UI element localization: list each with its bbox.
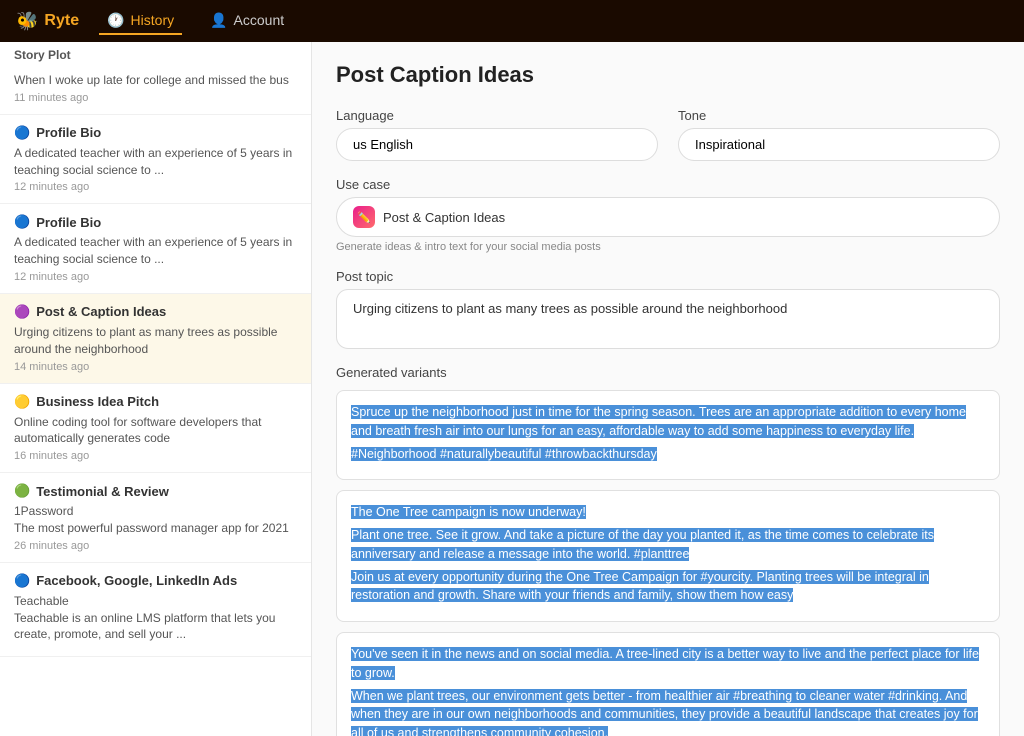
tab-history[interactable]: 🕐 History bbox=[99, 8, 182, 35]
testimonial-type: Testimonial & Review bbox=[36, 484, 169, 499]
sidebar: Story Plot When I woke up late for colle… bbox=[0, 42, 312, 736]
logo-icon: 🐝 bbox=[16, 11, 38, 32]
profile-bio-2-type: Profile Bio bbox=[36, 215, 101, 230]
use-case-value: Post & Caption Ideas bbox=[383, 210, 505, 225]
use-case-pill[interactable]: ✏️ Post & Caption Ideas bbox=[336, 197, 1000, 237]
variants-label: Generated variants bbox=[336, 365, 1000, 380]
logo-text: Ryte bbox=[44, 12, 79, 30]
sidebar-item-fb-ads[interactable]: 🔵 Facebook, Google, LinkedIn Ads Teachab… bbox=[0, 563, 311, 657]
sidebar-item-testimonial-time: 26 minutes ago bbox=[14, 540, 297, 552]
sidebar-item-fb-ads-header: 🔵 Facebook, Google, LinkedIn Ads bbox=[14, 573, 297, 589]
variant-1-p2: #Neighborhood #naturallybeautiful #throw… bbox=[351, 445, 985, 464]
sidebar-item-business-pitch-time: 16 minutes ago bbox=[14, 450, 297, 462]
language-label: Language bbox=[336, 108, 658, 123]
fb-ads-type: Facebook, Google, LinkedIn Ads bbox=[36, 573, 237, 588]
post-caption-icon: 🟣 bbox=[14, 304, 30, 320]
use-case-pill-icon: ✏️ bbox=[353, 206, 375, 228]
variant-card-1[interactable]: Spruce up the neighborhood just in time … bbox=[336, 390, 1000, 480]
sidebar-item-profile-bio-1-header: 🔵 Profile Bio bbox=[14, 125, 297, 141]
sidebar-item-story-plot-text: When I woke up late for college and miss… bbox=[14, 72, 297, 89]
sidebar-item-post-caption-time: 14 minutes ago bbox=[14, 361, 297, 373]
business-pitch-icon: 🟡 bbox=[14, 394, 30, 410]
main-layout: Story Plot When I woke up late for colle… bbox=[0, 42, 1024, 736]
business-pitch-type: Business Idea Pitch bbox=[36, 394, 159, 409]
tab-account-label: Account bbox=[234, 12, 285, 28]
post-caption-type: Post & Caption Ideas bbox=[36, 304, 166, 319]
variant-2-p2: Plant one tree. See it grow. And take a … bbox=[351, 526, 985, 564]
page-title: Post Caption Ideas bbox=[336, 62, 1000, 88]
sidebar-item-profile-bio-1[interactable]: 🔵 Profile Bio A dedicated teacher with a… bbox=[0, 115, 311, 205]
variants-section: Generated variants Spruce up the neighbo… bbox=[336, 365, 1000, 736]
tone-label: Tone bbox=[678, 108, 1000, 123]
sidebar-item-profile-bio-2-header: 🔵 Profile Bio bbox=[14, 214, 297, 230]
sidebar-item-profile-bio-2-text: A dedicated teacher with an experience o… bbox=[14, 234, 297, 268]
tone-group: Tone bbox=[678, 108, 1000, 161]
sidebar-item-testimonial-text: 1PasswordThe most powerful password mana… bbox=[14, 503, 297, 537]
language-input[interactable] bbox=[336, 128, 658, 161]
sidebar-item-story-plot[interactable]: When I woke up late for college and miss… bbox=[0, 62, 311, 115]
use-case-section: Use case ✏️ Post & Caption Ideas Generat… bbox=[336, 177, 1000, 253]
sidebar-item-post-caption-header: 🟣 Post & Caption Ideas bbox=[14, 304, 297, 320]
profile-bio-1-type: Profile Bio bbox=[36, 125, 101, 140]
sidebar-item-post-caption-text: Urging citizens to plant as many trees a… bbox=[14, 324, 297, 358]
account-icon: 👤 bbox=[210, 12, 227, 29]
sidebar-item-profile-bio-2-time: 12 minutes ago bbox=[14, 271, 297, 283]
tab-account[interactable]: 👤 Account bbox=[202, 8, 292, 35]
sidebar-item-testimonial[interactable]: 🟢 Testimonial & Review 1PasswordThe most… bbox=[0, 473, 311, 563]
variant-3-p2: When we plant trees, our environment get… bbox=[351, 687, 985, 736]
sidebar-item-business-pitch-text: Online coding tool for software develope… bbox=[14, 414, 297, 448]
story-plot-section-header: Story Plot bbox=[0, 42, 311, 62]
sidebar-item-post-caption[interactable]: 🟣 Post & Caption Ideas Urging citizens t… bbox=[0, 294, 311, 384]
tab-history-label: History bbox=[131, 12, 175, 28]
testimonial-icon: 🟢 bbox=[14, 483, 30, 499]
story-plot-label: Story Plot bbox=[14, 48, 71, 62]
variant-card-3[interactable]: You've seen it in the news and on social… bbox=[336, 632, 1000, 736]
top-navigation: 🐝 Ryte 🕐 History 👤 Account bbox=[0, 0, 1024, 42]
post-topic-input[interactable]: Urging citizens to plant as many trees a… bbox=[336, 289, 1000, 349]
variant-card-2[interactable]: The One Tree campaign is now underway! P… bbox=[336, 490, 1000, 622]
post-topic-section: Post topic Urging citizens to plant as m… bbox=[336, 269, 1000, 349]
main-content: Post Caption Ideas Language Tone Use cas… bbox=[312, 42, 1024, 736]
sidebar-item-profile-bio-2[interactable]: 🔵 Profile Bio A dedicated teacher with a… bbox=[0, 204, 311, 294]
tone-input[interactable] bbox=[678, 128, 1000, 161]
variant-1-p1: Spruce up the neighborhood just in time … bbox=[351, 403, 985, 441]
variant-2-p1: The One Tree campaign is now underway! bbox=[351, 503, 985, 522]
sidebar-item-business-header: 🟡 Business Idea Pitch bbox=[14, 394, 297, 410]
variant-2-p3: Join us at every opportunity during the … bbox=[351, 568, 985, 606]
sidebar-item-fb-ads-text: TeachableTeachable is an online LMS plat… bbox=[14, 593, 297, 643]
sidebar-item-profile-bio-1-text: A dedicated teacher with an experience o… bbox=[14, 145, 297, 179]
sidebar-item-profile-bio-1-time: 12 minutes ago bbox=[14, 181, 297, 193]
use-case-hint: Generate ideas & intro text for your soc… bbox=[336, 241, 1000, 253]
use-case-label: Use case bbox=[336, 177, 1000, 192]
sidebar-item-testimonial-header: 🟢 Testimonial & Review bbox=[14, 483, 297, 499]
post-topic-label: Post topic bbox=[336, 269, 1000, 284]
profile-bio-icon-1: 🔵 bbox=[14, 125, 30, 141]
language-tone-row: Language Tone bbox=[336, 108, 1000, 161]
sidebar-item-business-pitch[interactable]: 🟡 Business Idea Pitch Online coding tool… bbox=[0, 384, 311, 474]
variant-3-p1: You've seen it in the news and on social… bbox=[351, 645, 985, 683]
profile-bio-icon-2: 🔵 bbox=[14, 214, 30, 230]
fb-ads-icon: 🔵 bbox=[14, 573, 30, 589]
history-icon: 🕐 bbox=[107, 12, 124, 29]
sidebar-item-story-plot-time: 11 minutes ago bbox=[14, 92, 297, 104]
language-group: Language bbox=[336, 108, 658, 161]
logo[interactable]: 🐝 Ryte bbox=[16, 11, 79, 32]
